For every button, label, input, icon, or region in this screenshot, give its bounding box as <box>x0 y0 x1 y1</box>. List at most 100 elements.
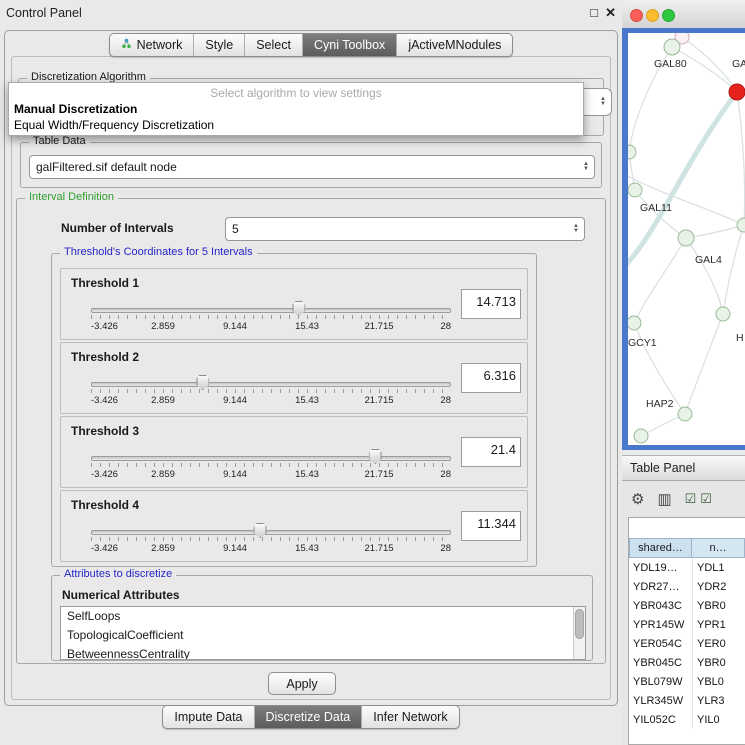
scale-tick-label: 21.715 <box>364 469 393 480</box>
slider-ticks <box>91 389 451 393</box>
table-cell: YIL052C <box>629 714 692 726</box>
scale-tick-label: 15.43 <box>295 395 319 406</box>
scale-tick-label: -3.426 <box>91 543 118 554</box>
list-item[interactable]: TopologicalCoefficient <box>61 626 585 645</box>
scale-tick-label: 9.144 <box>223 469 247 480</box>
settings-icon[interactable]: ⚙ <box>631 490 644 508</box>
tab-select[interactable]: Select <box>244 34 302 56</box>
tab-cyni-toolbox[interactable]: Cyni Toolbox <box>302 34 396 56</box>
slider-track <box>91 530 451 535</box>
table-data-combobox[interactable]: galFiltered.sif default node ▲▼ <box>29 155 595 179</box>
table-cell: YPR1 <box>692 615 745 634</box>
network-node-label: GAL80 <box>654 58 687 70</box>
network-node[interactable] <box>729 84 745 100</box>
table-row[interactable]: YPR145WYPR1 <box>629 615 745 634</box>
network-node[interactable] <box>716 307 730 321</box>
threshold-4-value-field[interactable]: 11.344 <box>461 511 521 541</box>
columns-icon[interactable]: ▥ <box>657 490 671 508</box>
close-icon[interactable]: ✕ <box>605 5 616 21</box>
network-node[interactable] <box>628 183 642 197</box>
threshold-3-value-field[interactable]: 21.4 <box>461 437 521 467</box>
check-all-icon[interactable]: ☑ <box>685 491 697 507</box>
tab-network[interactable]: Network <box>110 34 194 56</box>
table-cell: YBR0 <box>692 596 745 615</box>
slider-scale-labels: -3.4262.8599.14415.4321.71528 <box>91 321 451 333</box>
dropdown-option-manual-discretization[interactable]: Manual Discretization <box>14 102 137 116</box>
network-node-label: GA <box>732 58 745 70</box>
table-panel-header[interactable]: Table Panel <box>622 455 745 481</box>
table-data-group: Table Data galFiltered.sif default node … <box>20 142 602 188</box>
table-cell: YDL1 <box>692 558 745 577</box>
interval-definition-group: Interval Definition Number of Intervals … <box>16 198 606 664</box>
minimize-traffic-light-icon[interactable] <box>646 9 659 22</box>
scale-tick-label: -3.426 <box>91 321 118 332</box>
table-row[interactable]: YBR045CYBR0 <box>629 653 745 672</box>
network-node[interactable] <box>628 316 641 330</box>
close-traffic-light-icon[interactable] <box>630 9 643 22</box>
network-node-label: GAL4 <box>695 254 722 266</box>
table-row[interactable]: YBL079WYBL0 <box>629 672 745 691</box>
tab-label: Discretize Data <box>266 710 351 724</box>
network-node-label: GAL11 <box>640 202 672 214</box>
tab-discretize-data[interactable]: Discretize Data <box>254 706 362 728</box>
table-cell: YIL0 <box>692 710 745 729</box>
tab-impute-data[interactable]: Impute Data <box>163 706 253 728</box>
slider-thumb[interactable] <box>196 375 209 390</box>
maximize-traffic-light-icon[interactable] <box>662 9 675 22</box>
slider-thumb[interactable] <box>254 523 267 538</box>
network-node[interactable] <box>628 145 636 159</box>
threshold-2-value-field[interactable]: 6.316 <box>461 363 521 393</box>
table-row[interactable]: YLR345WYLR3 <box>629 691 745 710</box>
tab-infer-network[interactable]: Infer Network <box>361 706 458 728</box>
table-row[interactable]: YDL19…YDL1 <box>629 558 745 577</box>
slider-track <box>91 382 451 387</box>
dropdown-option-equal-width[interactable]: Equal Width/Frequency Discretization <box>14 118 214 132</box>
list-scrollbar[interactable] <box>573 607 585 659</box>
network-node-label: HAP2 <box>646 398 674 410</box>
threshold-1-box: Threshold 1 -3.4262.8599.14415.4321.7152… <box>60 268 528 340</box>
threshold-3-box: Threshold 3 -3.4262.8599.14415.4321.7152… <box>60 416 528 488</box>
network-node[interactable] <box>664 39 680 55</box>
column-header-name[interactable]: n… <box>692 538 745 558</box>
table-cell: YBL0 <box>692 672 745 691</box>
scale-tick-label: 9.144 <box>223 543 247 554</box>
table-row[interactable]: YIL052CYIL0 <box>629 710 745 729</box>
control-panel: Control Panel □ ✕ <box>0 0 622 745</box>
network-node[interactable] <box>678 407 692 421</box>
slider-thumb[interactable] <box>292 301 305 316</box>
list-item[interactable]: BetweennessCentrality <box>61 645 585 660</box>
network-node[interactable] <box>737 218 745 232</box>
threshold-3-label: Threshold 3 <box>71 424 139 438</box>
slider-ticks <box>91 537 451 541</box>
table-row[interactable]: YER054CYER0 <box>629 634 745 653</box>
tab-jactivemnodules[interactable]: jActiveMNodules <box>396 34 512 56</box>
table-row[interactable]: YBR043CYBR0 <box>629 596 745 615</box>
threshold-1-label: Threshold 1 <box>71 276 139 290</box>
tab-style[interactable]: Style <box>193 34 244 56</box>
slider-thumb[interactable] <box>369 449 382 464</box>
slider-track <box>91 308 451 313</box>
threshold-1-value-field[interactable]: 14.713 <box>461 289 521 319</box>
table-cell: YBL079W <box>629 676 692 688</box>
algorithm-placeholder: Select algorithm to view settings <box>9 86 583 100</box>
network-view-window: GAL80GAGAL11GAL4HGCY1HAP2 <box>622 0 745 450</box>
table-panel-body: ⚙ ▥ ☑ ☑ shared… n… YDL19…YDL1YDR27…YDR2Y… <box>622 481 745 745</box>
attributes-group: Attributes to discretize Numerical Attri… <box>51 575 593 661</box>
column-header-shared-name[interactable]: shared… <box>629 538 692 558</box>
check-partial-icon[interactable]: ☑ <box>700 491 712 507</box>
network-canvas[interactable]: GAL80GAGAL11GAL4HGCY1HAP2 <box>628 33 745 445</box>
float-window-icon[interactable]: □ <box>590 5 598 20</box>
slider-ticks <box>91 463 451 467</box>
scale-tick-label: 15.43 <box>295 469 319 480</box>
table-row[interactable]: YDR27…YDR2 <box>629 577 745 596</box>
num-intervals-combobox[interactable]: 5 ▲▼ <box>225 217 585 241</box>
numerical-attributes-list[interactable]: SelfLoopsTopologicalCoefficientBetweenne… <box>60 606 586 660</box>
network-node[interactable] <box>634 429 648 443</box>
network-node[interactable] <box>678 230 694 246</box>
table-body: YDL19…YDL1YDR27…YDR2YBR043CYBR0YPR145WYP… <box>629 558 745 744</box>
scale-tick-label: 28 <box>440 395 451 406</box>
tab-label: Cyni Toolbox <box>314 38 385 52</box>
apply-button[interactable]: Apply <box>268 672 336 695</box>
scrollbar-thumb[interactable] <box>575 609 584 639</box>
list-item[interactable]: SelfLoops <box>61 607 585 626</box>
